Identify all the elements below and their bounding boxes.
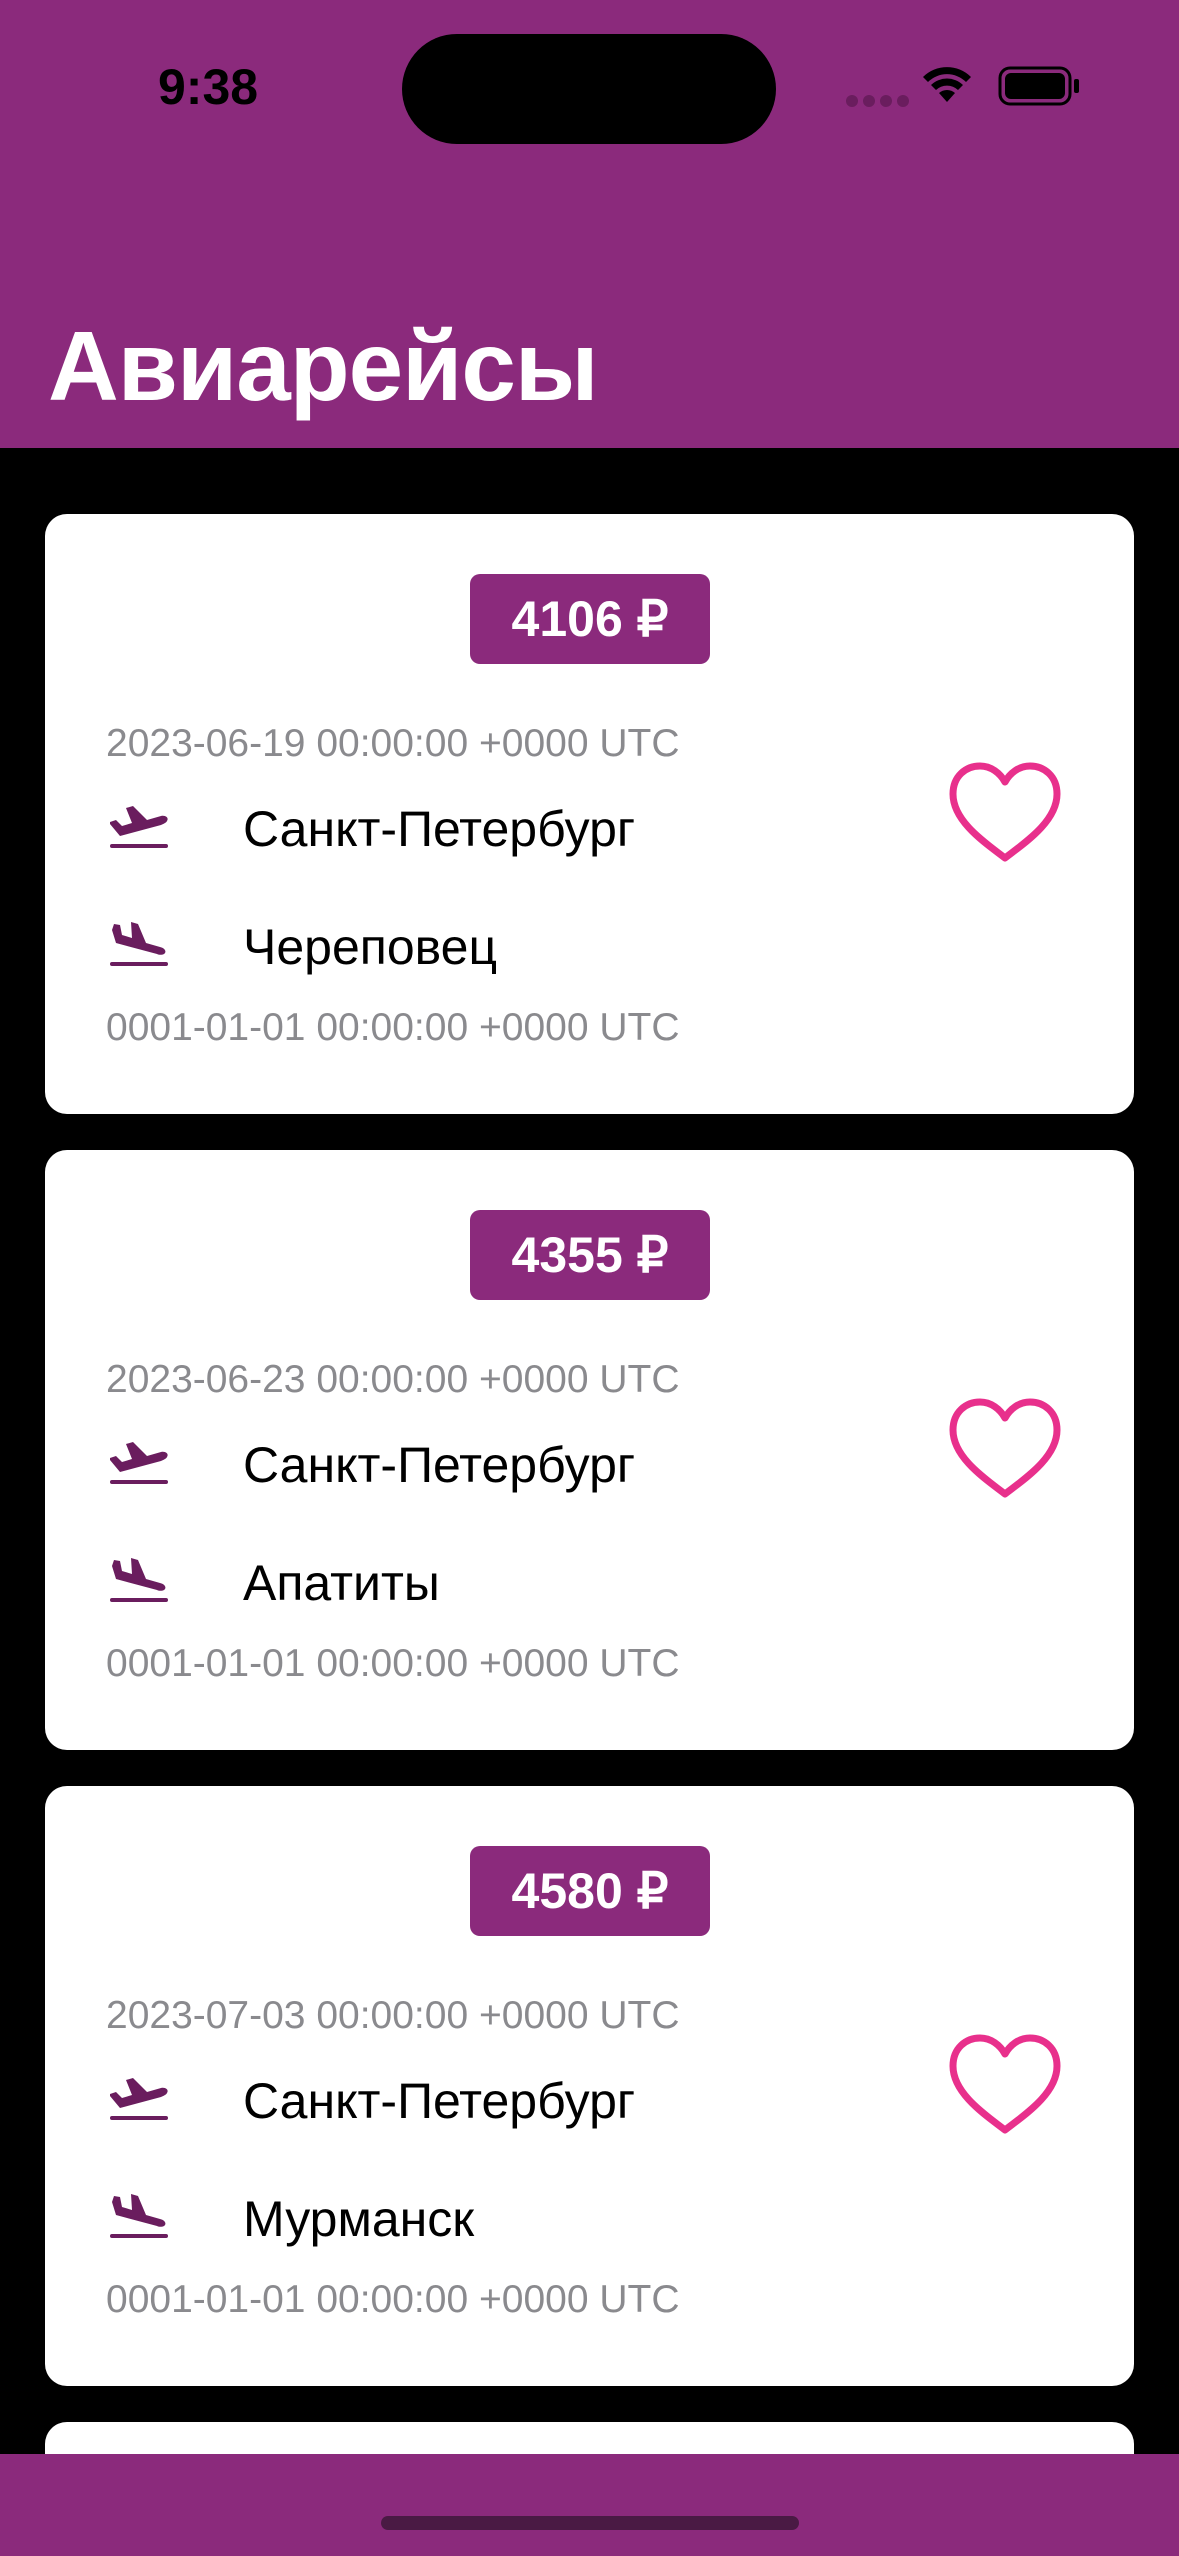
flight-card[interactable]: 4106 ₽ 2023-06-19 00:00:00 +0000 UTC Сан…: [45, 514, 1134, 1114]
price-badge: 4106 ₽: [470, 574, 710, 664]
plane-arrival-icon: [110, 1558, 168, 1602]
cellular-signal-icon: [846, 94, 914, 112]
plane-departure-icon: [110, 806, 168, 848]
arrival-city: Апатиты: [243, 1555, 440, 1611]
plane-departure-icon: [110, 1442, 168, 1484]
departure-city: Санкт-Петербург: [243, 2073, 636, 2129]
departure-date: 2023-07-03 00:00:00 +0000 UTC: [106, 1994, 680, 2037]
arrival-date: 0001-01-01 00:00:00 +0000 UTC: [106, 2278, 680, 2321]
price-badge: 4580 ₽: [470, 1846, 710, 1936]
dynamic-island: [402, 34, 776, 144]
wifi-icon: [923, 67, 971, 102]
bottom-bar: [0, 2454, 1179, 2556]
page-title: Авиарейсы: [48, 311, 599, 421]
arrival-city: Мурманск: [243, 2191, 475, 2247]
favorite-heart-icon[interactable]: [947, 1396, 1063, 1502]
battery-icon: [998, 66, 1079, 106]
home-indicator[interactable]: [381, 2516, 799, 2530]
departure-city: Санкт-Петербург: [243, 801, 636, 857]
arrival-date: 0001-01-01 00:00:00 +0000 UTC: [106, 1006, 680, 1049]
nav-header: 9:38 Авиарейсы: [0, 0, 1179, 448]
price-badge: 4355 ₽: [470, 1210, 710, 1300]
flight-card[interactable]: 4355 ₽ 2023-06-23 00:00:00 +0000 UTC Сан…: [45, 1150, 1134, 1750]
plane-departure-icon: [110, 2078, 168, 2120]
departure-date: 2023-06-19 00:00:00 +0000 UTC: [106, 722, 680, 765]
plane-arrival-icon: [110, 922, 168, 966]
favorite-heart-icon[interactable]: [947, 760, 1063, 866]
status-time: 9:38: [158, 59, 259, 115]
favorite-heart-icon[interactable]: [947, 2032, 1063, 2138]
plane-arrival-icon: [110, 2194, 168, 2238]
departure-city: Санкт-Петербург: [243, 1437, 636, 1493]
arrival-city: Череповец: [243, 919, 498, 975]
arrival-date: 0001-01-01 00:00:00 +0000 UTC: [106, 1642, 680, 1685]
departure-date: 2023-06-23 00:00:00 +0000 UTC: [106, 1358, 680, 1401]
flight-card[interactable]: 4580 ₽ 2023-07-03 00:00:00 +0000 UTC Сан…: [45, 1786, 1134, 2386]
